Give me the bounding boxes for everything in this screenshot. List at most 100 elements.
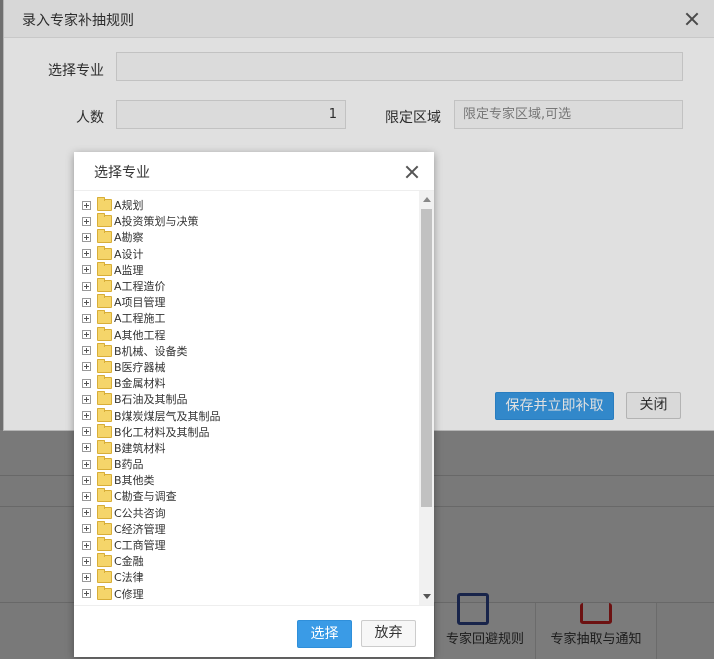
tree-item[interactable]: B医疗器械 (82, 358, 434, 375)
expand-plus-icon[interactable] (82, 297, 91, 307)
expand-plus-icon[interactable] (82, 556, 91, 566)
tree-item-label[interactable]: B医疗器械 (114, 359, 166, 375)
tree-item[interactable]: A设计 (82, 245, 434, 262)
expand-plus-icon[interactable] (82, 232, 91, 242)
expand-plus-icon[interactable] (82, 427, 91, 437)
folder-icon (97, 585, 112, 600)
tree-item[interactable]: A规划 (82, 197, 434, 213)
tree-item-label[interactable]: C经济管理 (114, 521, 166, 537)
expand-plus-icon[interactable] (82, 394, 91, 404)
tree-item[interactable]: B化工材料及其制品 (82, 423, 434, 440)
expand-plus-icon[interactable] (82, 346, 91, 356)
expand-plus-icon[interactable] (82, 524, 91, 534)
folder-icon (97, 229, 112, 244)
expand-plus-icon[interactable] (82, 443, 91, 453)
tree-item[interactable]: B石油及其制品 (82, 391, 434, 407)
folder-icon (97, 375, 112, 390)
folder-icon (97, 537, 112, 552)
tree-item-label[interactable]: B煤炭煤层气及其制品 (114, 408, 221, 424)
tree-item-label[interactable]: C金融 (114, 553, 144, 569)
folder-icon (97, 472, 112, 487)
folder-icon (97, 245, 112, 260)
dialog-header: 选择专业 (74, 152, 434, 191)
tree-item-label[interactable]: A项目管理 (114, 294, 166, 310)
tree-item[interactable]: C公共咨询 (82, 504, 434, 521)
tree-item[interactable]: B机械、设备类 (82, 342, 434, 359)
tree-item[interactable]: C法律 (82, 569, 434, 585)
tree-item[interactable]: C经济管理 (82, 520, 434, 537)
tree-item-label[interactable]: A工程施工 (114, 310, 166, 326)
tree-item-label[interactable]: B建筑材料 (114, 440, 166, 456)
tree-scrollbar[interactable] (419, 191, 434, 605)
tree-item-label[interactable]: A工程造价 (114, 278, 166, 294)
dialog-title: 选择专业 (94, 165, 150, 181)
expand-plus-icon[interactable] (82, 589, 91, 599)
expand-plus-icon[interactable] (82, 330, 91, 340)
tree-item[interactable]: B煤炭煤层气及其制品 (82, 407, 434, 423)
tree-item[interactable]: A项目管理 (82, 294, 434, 310)
tree-item[interactable]: C工商管理 (82, 537, 434, 553)
tree-item[interactable]: A监理 (82, 261, 434, 278)
folder-icon (97, 504, 112, 519)
tree-item[interactable]: A工程施工 (82, 310, 434, 326)
close-icon[interactable] (405, 165, 419, 179)
expand-plus-icon[interactable] (82, 459, 91, 469)
tree-item-label[interactable]: C勘查与调查 (114, 488, 177, 504)
tree-item-label[interactable]: C工商管理 (114, 537, 166, 553)
expand-plus-icon[interactable] (82, 362, 91, 372)
tree-item-label[interactable]: A设计 (114, 246, 144, 262)
tree-item-label[interactable]: B化工材料及其制品 (114, 424, 210, 440)
folder-icon (97, 342, 112, 357)
tree-item[interactable]: A工程造价 (82, 278, 434, 294)
expand-plus-icon[interactable] (82, 281, 91, 291)
tree-item-label[interactable]: A监理 (114, 262, 144, 278)
expand-plus-icon[interactable] (82, 313, 91, 323)
tree-item-label[interactable]: A投资策划与决策 (114, 213, 199, 229)
expand-plus-icon[interactable] (82, 378, 91, 388)
tree-item-label[interactable]: A其他工程 (114, 327, 166, 343)
expand-plus-icon[interactable] (82, 475, 91, 485)
tree-item[interactable]: B金属材料 (82, 375, 434, 391)
tree-item[interactable]: A投资策划与决策 (82, 213, 434, 229)
folder-icon (97, 310, 112, 325)
tree-item-label[interactable]: A勘察 (114, 229, 144, 245)
folder-icon (97, 391, 112, 406)
tree-item-label[interactable]: C法律 (114, 569, 144, 585)
select-button[interactable]: 选择 (297, 620, 352, 648)
tree-item[interactable]: B建筑材料 (82, 439, 434, 456)
scroll-up-icon[interactable] (423, 197, 431, 202)
tree-item-label[interactable]: B药品 (114, 456, 144, 472)
folder-icon (97, 520, 112, 535)
folder-icon (97, 326, 112, 341)
expand-plus-icon[interactable] (82, 200, 91, 210)
tree-item-label[interactable]: C公共咨询 (114, 505, 166, 521)
expand-plus-icon[interactable] (82, 508, 91, 518)
dialog-footer: 选择 放弃 (74, 605, 434, 658)
expand-plus-icon[interactable] (82, 572, 91, 582)
tree-item[interactable]: A勘察 (82, 229, 434, 245)
expand-plus-icon[interactable] (82, 411, 91, 421)
tree-item[interactable]: C勘查与调查 (82, 488, 434, 504)
scroll-down-icon[interactable] (423, 594, 431, 599)
tree-item[interactable]: C修理 (82, 585, 434, 602)
tree-item[interactable]: B其他类 (82, 472, 434, 488)
expand-plus-icon[interactable] (82, 216, 91, 226)
scroll-thumb[interactable] (421, 209, 432, 507)
major-tree: A规划 A投资策划与决策 A勘察 A设计 A监理 A工程造价 A项目管理 A工程施工 A其他工程… (74, 191, 434, 605)
cancel-button[interactable]: 放弃 (361, 620, 416, 647)
tree-item[interactable]: B药品 (82, 456, 434, 472)
tree-item-label[interactable]: B石油及其制品 (114, 391, 188, 407)
expand-plus-icon[interactable] (82, 540, 91, 550)
tree-item[interactable]: C金融 (82, 553, 434, 569)
tree-item-label[interactable]: A规划 (114, 197, 144, 213)
tree-item-label[interactable]: C修理 (114, 586, 144, 602)
tree-item-label[interactable]: B金属材料 (114, 375, 166, 391)
expand-plus-icon[interactable] (82, 491, 91, 501)
folder-icon (97, 261, 112, 276)
tree-item-label[interactable]: B机械、设备类 (114, 343, 188, 359)
expand-plus-icon[interactable] (82, 265, 91, 275)
tree-item-label[interactable]: B其他类 (114, 472, 155, 488)
folder-icon (97, 569, 112, 584)
expand-plus-icon[interactable] (82, 249, 91, 259)
tree-item[interactable]: A其他工程 (82, 326, 434, 343)
